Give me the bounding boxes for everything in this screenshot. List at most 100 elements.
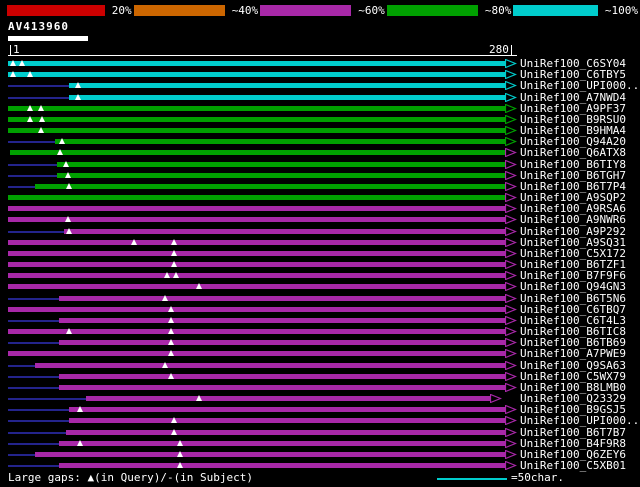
hit-bar[interactable] bbox=[58, 463, 505, 469]
gap-triangle-icon bbox=[77, 439, 84, 446]
score-color-legend: 20% ~40% ~60% ~80% ~100% bbox=[0, 5, 640, 16]
hit-arrow-icon bbox=[504, 282, 517, 292]
hit-label[interactable]: UniRef100_UPI000.. bbox=[520, 80, 639, 91]
gap-triangle-icon bbox=[196, 395, 203, 402]
gap-triangle-icon bbox=[19, 60, 26, 66]
hit-bar[interactable] bbox=[58, 373, 505, 379]
legend-color-bar bbox=[7, 5, 105, 16]
gap-triangle-icon bbox=[162, 361, 169, 368]
hit-label[interactable]: UniRef100_C5XB01 bbox=[520, 460, 626, 471]
hit-bar[interactable] bbox=[69, 94, 505, 100]
query-name: AV413960 bbox=[8, 20, 69, 33]
hit-bar[interactable] bbox=[8, 72, 505, 78]
hit-bar[interactable] bbox=[69, 407, 505, 413]
hit-row: UniRef100_B6T7B7 bbox=[0, 427, 640, 438]
gap-triangle-icon bbox=[171, 417, 178, 424]
hit-label[interactable]: UniRef100_UPI000.. bbox=[520, 415, 639, 426]
hit-label[interactable]: UniRef100_Q94GN3 bbox=[520, 281, 626, 292]
hit-bar[interactable] bbox=[69, 418, 505, 424]
hit-arrow-icon bbox=[504, 137, 517, 147]
hit-arrow-icon bbox=[504, 114, 517, 124]
hit-bar[interactable] bbox=[8, 306, 505, 312]
legend-label: ~100% bbox=[604, 4, 638, 17]
hit-arrow-icon bbox=[504, 405, 517, 415]
gap-triangle-icon bbox=[64, 171, 71, 178]
hit-bar[interactable] bbox=[35, 451, 505, 457]
hit-bar[interactable] bbox=[8, 195, 505, 201]
hit-label[interactable]: UniRef100_A7NWD4 bbox=[520, 92, 626, 103]
hit-bar[interactable] bbox=[58, 440, 505, 446]
gap-triangle-icon bbox=[59, 138, 66, 145]
hit-arrow-icon bbox=[504, 382, 517, 392]
gap-triangle-icon bbox=[167, 316, 174, 323]
hit-row: UniRef100_UPI000.. bbox=[0, 415, 640, 426]
hit-row: UniRef100_Q6ATX8 bbox=[0, 147, 640, 158]
hit-arrow-icon bbox=[490, 394, 503, 404]
hit-bar[interactable] bbox=[8, 105, 505, 111]
gap-triangle-icon bbox=[176, 450, 183, 457]
hit-context-line bbox=[8, 230, 64, 233]
hit-bar[interactable] bbox=[8, 61, 505, 66]
hit-bar[interactable] bbox=[58, 340, 505, 346]
hit-bar[interactable] bbox=[8, 351, 505, 357]
hit-row: UniRef100_C5XB01 bbox=[0, 460, 640, 471]
hit-label[interactable]: UniRef100_A7PWE9 bbox=[520, 348, 626, 359]
hit-arrow-icon bbox=[504, 103, 517, 113]
hit-bar[interactable] bbox=[54, 139, 505, 145]
hit-label[interactable]: UniRef100_Q6ATX8 bbox=[520, 147, 626, 158]
gap-triangle-icon bbox=[26, 104, 33, 111]
hit-context-line bbox=[8, 409, 70, 412]
hit-label[interactable]: UniRef100_A9NWR6 bbox=[520, 214, 626, 225]
scale-line bbox=[8, 55, 517, 56]
gap-triangle-icon bbox=[75, 82, 82, 89]
query-bar bbox=[8, 36, 88, 41]
hit-bar[interactable] bbox=[58, 317, 505, 323]
hit-context-line bbox=[8, 319, 59, 322]
hit-bar[interactable] bbox=[8, 239, 505, 245]
hit-bar[interactable] bbox=[65, 429, 505, 435]
gap-triangle-icon bbox=[66, 227, 73, 234]
hit-bar[interactable] bbox=[64, 228, 505, 234]
hit-bar[interactable] bbox=[8, 273, 505, 279]
hit-bar[interactable] bbox=[58, 384, 505, 390]
hit-context-line bbox=[8, 342, 59, 345]
gap-triangle-icon bbox=[10, 71, 17, 78]
hit-row: UniRef100_B6T5N6 bbox=[0, 293, 640, 304]
hit-arrow-icon bbox=[504, 327, 517, 337]
hit-bar[interactable] bbox=[8, 116, 505, 122]
hit-bar[interactable] bbox=[69, 83, 505, 89]
hit-arrow-icon bbox=[504, 438, 517, 448]
hit-bar[interactable] bbox=[8, 329, 505, 335]
hit-context-line bbox=[8, 141, 55, 144]
hit-bar[interactable] bbox=[8, 284, 505, 290]
hit-context-line bbox=[8, 375, 59, 378]
hit-bar[interactable] bbox=[58, 295, 505, 301]
hit-bar[interactable] bbox=[8, 206, 505, 212]
hit-bar[interactable] bbox=[9, 150, 505, 156]
hit-arrow-icon bbox=[504, 304, 517, 314]
hit-arrow-icon bbox=[504, 416, 517, 426]
hit-arrow-icon bbox=[504, 293, 517, 303]
hit-arrow-icon bbox=[504, 59, 517, 68]
hit-bar[interactable] bbox=[35, 362, 505, 368]
hit-context-line bbox=[8, 163, 57, 166]
hit-bar[interactable] bbox=[35, 183, 505, 189]
hit-context-line bbox=[8, 85, 70, 88]
hit-context-line bbox=[8, 465, 59, 468]
hit-bar[interactable] bbox=[56, 161, 505, 167]
hit-bar[interactable] bbox=[56, 172, 505, 178]
hit-context-line bbox=[8, 442, 59, 445]
hit-bar[interactable] bbox=[85, 396, 491, 402]
legend-color-bar bbox=[260, 5, 352, 16]
hit-bar[interactable] bbox=[8, 250, 505, 256]
hit-arrow-icon bbox=[504, 360, 517, 370]
hit-bar[interactable] bbox=[8, 217, 505, 223]
hit-bar[interactable] bbox=[8, 128, 505, 134]
hit-bar[interactable] bbox=[8, 262, 505, 268]
hit-arrow-icon bbox=[504, 204, 517, 214]
legend-color-bar bbox=[133, 5, 225, 16]
blast-graphic-overview: 20% ~40% ~60% ~80% ~100% AV413960 1 280 … bbox=[0, 0, 640, 487]
hit-arrow-icon bbox=[504, 349, 517, 359]
hit-arrow-icon bbox=[504, 148, 517, 158]
legend-segment: ~100% bbox=[513, 5, 640, 16]
